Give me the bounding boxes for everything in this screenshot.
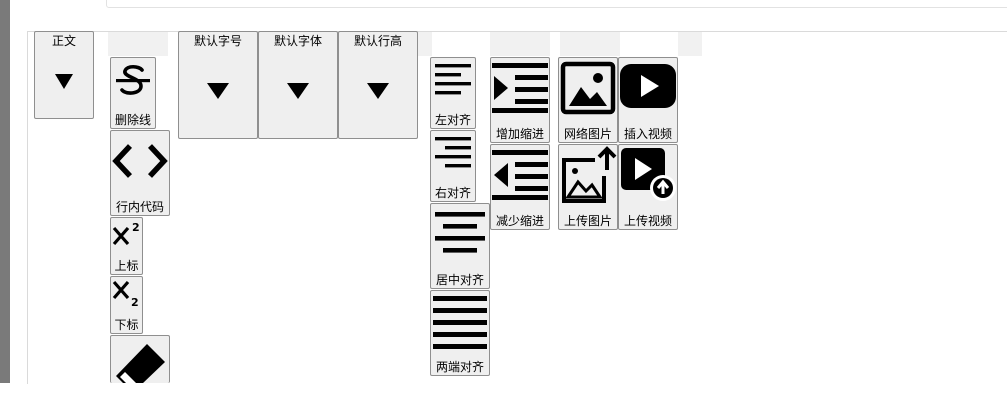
font-family-label: 默认字体 <box>273 34 322 48</box>
clear-format-button[interactable] <box>110 335 170 383</box>
decrease-indent-button[interactable]: 减少缩进 <box>490 144 550 230</box>
image-upload-icon <box>562 146 617 203</box>
caret-down-icon <box>367 83 389 99</box>
align-right-icon <box>435 137 471 168</box>
align-left-label: 左对齐 <box>434 113 471 127</box>
web-image-label: 网络图片 <box>563 127 612 141</box>
line-height-label: 默认行高 <box>353 34 402 48</box>
line-height-dropdown[interactable]: 默认行高 <box>338 31 418 139</box>
upload-image-label: 上传图片 <box>563 214 612 228</box>
align-center-label: 居中对齐 <box>435 273 484 287</box>
svg-text:2: 2 <box>132 221 140 234</box>
font-size-label: 默认字号 <box>193 34 242 48</box>
code-icon <box>112 144 168 178</box>
align-left-button[interactable]: 左对齐 <box>430 57 476 129</box>
toolbar-group-bg <box>490 32 550 56</box>
superscript-button[interactable]: 2 上标 <box>110 217 143 275</box>
strikethrough-button[interactable]: 删除线 <box>110 57 156 129</box>
caret-down-icon <box>287 83 309 99</box>
strikethrough-label: 删除线 <box>114 113 151 127</box>
inline-code-label: 行内代码 <box>115 200 164 214</box>
subscript-icon: 2 <box>112 280 139 307</box>
outdent-icon <box>492 150 548 200</box>
align-justify-label: 两端对齐 <box>435 360 484 374</box>
align-justify-icon <box>433 296 487 349</box>
align-center-icon <box>435 212 485 253</box>
align-center-button[interactable]: 居中对齐 <box>430 203 490 289</box>
paragraph-style-dropdown[interactable]: 正文 <box>34 31 94 119</box>
inline-code-button[interactable]: 行内代码 <box>110 130 170 216</box>
align-left-icon <box>435 64 471 95</box>
subscript-button[interactable]: 2 下标 <box>110 276 143 334</box>
image-icon <box>560 61 616 115</box>
left-scrollbar-edge <box>0 0 10 383</box>
upload-image-button[interactable]: 上传图片 <box>558 144 618 230</box>
align-right-label: 右对齐 <box>434 186 471 200</box>
caret-down-icon <box>207 83 229 99</box>
eraser-icon <box>116 344 165 383</box>
font-family-dropdown[interactable]: 默认字体 <box>258 31 338 139</box>
strikethrough-icon <box>116 64 150 95</box>
video-upload-icon <box>621 148 676 201</box>
increase-indent-button[interactable]: 增加缩进 <box>490 57 550 143</box>
subscript-label: 下标 <box>114 318 139 332</box>
web-image-button[interactable]: 网络图片 <box>558 57 618 143</box>
font-size-dropdown[interactable]: 默认字号 <box>178 31 258 139</box>
paragraph-style-label: 正文 <box>51 34 76 48</box>
caret-down-icon <box>55 74 73 89</box>
decrease-indent-label: 减少缩进 <box>495 214 544 228</box>
toolbar-group-bg <box>560 32 620 56</box>
upload-video-button[interactable]: 上传视频 <box>618 144 678 230</box>
editor-top-input[interactable] <box>106 0 1007 8</box>
upload-video-label: 上传视频 <box>623 214 672 228</box>
toolbar-group-bg <box>108 32 168 56</box>
increase-indent-label: 增加缩进 <box>495 127 544 141</box>
toolbar-group-bg <box>678 32 702 56</box>
toolbar-group-bg <box>418 32 432 56</box>
play-icon <box>620 64 676 108</box>
superscript-label: 上标 <box>114 259 139 273</box>
align-right-button[interactable]: 右对齐 <box>430 130 476 202</box>
insert-video-button[interactable]: 插入视频 <box>618 57 678 143</box>
superscript-icon: 2 <box>112 221 140 246</box>
indent-icon <box>492 63 548 113</box>
align-justify-button[interactable]: 两端对齐 <box>430 290 490 376</box>
insert-video-label: 插入视频 <box>623 127 672 141</box>
svg-text:2: 2 <box>131 296 139 307</box>
